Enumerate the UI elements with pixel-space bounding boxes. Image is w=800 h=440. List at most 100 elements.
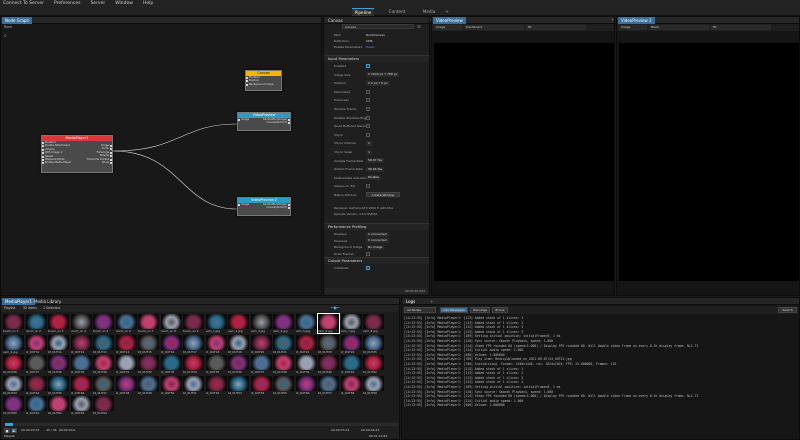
media-thumbnail[interactable]: bt_OUT64 bbox=[93, 396, 114, 415]
media-thumbnail[interactable]: bt_OUT50 bbox=[160, 375, 182, 395]
media-thumbnail[interactable]: bt_OUT17 bbox=[183, 334, 204, 354]
media-thumbnail[interactable]: bt_OUT58 bbox=[340, 375, 362, 395]
media-thumbnail[interactable]: vem_9.jpg bbox=[3, 334, 24, 354]
media-thumbnail[interactable]: bt_OUT36 bbox=[228, 355, 249, 374]
parameter-row[interactable]: Fullscreen bbox=[324, 97, 429, 103]
add-tab-button[interactable]: + bbox=[444, 8, 450, 16]
parameter-row[interactable]: Draw Frames bbox=[324, 251, 429, 257]
media-thumbnail[interactable]: bt_OUT21 bbox=[273, 334, 294, 354]
parameter-row[interactable]: Maximized bbox=[324, 89, 429, 95]
parameter-row[interactable]: Background Image No image bbox=[324, 244, 429, 250]
parameter-row[interactable]: Window Frame bbox=[324, 106, 429, 112]
media-thumbnail[interactable]: vem_2.jpg bbox=[228, 314, 249, 333]
parameter-checkbox[interactable] bbox=[366, 64, 370, 68]
media-thumbnail[interactable]: bt_OUT37 bbox=[250, 355, 272, 374]
node-filter-select[interactable]: All Nodes bbox=[404, 307, 436, 313]
node-video-preview[interactable]: VideoPreview Image backbuffer(Image) mous… bbox=[237, 112, 291, 131]
media-thumbnail[interactable]: bt_OUT35 bbox=[205, 355, 227, 374]
media-thumbnail[interactable]: bt_OUT27 bbox=[25, 355, 47, 374]
errors-toggle[interactable]: Errors bbox=[492, 307, 508, 313]
media-thumbnail[interactable]: bt_OUT41 bbox=[340, 355, 362, 374]
panel-menu-icon[interactable]: ☰ bbox=[417, 24, 421, 29]
preview-fit-select[interactable]: Fit bbox=[526, 25, 586, 30]
media-thumbnail[interactable]: vem_7.jpg bbox=[340, 314, 362, 333]
media-thumbnail[interactable]: bt_OUT23 bbox=[318, 334, 339, 354]
parameter-row[interactable]: Position X 0 px Y 0 px bbox=[324, 80, 429, 86]
media-thumbnail[interactable]: bt_OUT61 bbox=[25, 396, 47, 415]
media-thumbnail[interactable]: bt_OUT22 bbox=[295, 334, 317, 354]
tab-pipeline[interactable]: Pipeline bbox=[352, 8, 374, 16]
node-media-player[interactable]: MediaPlayer1 Enabled Enable Attachment V… bbox=[41, 135, 113, 173]
inspector-tab[interactable]: Canvas bbox=[325, 17, 346, 24]
media-thumbnail[interactable]: touch_on 7 bbox=[138, 314, 159, 333]
stop-button[interactable]: ■ bbox=[4, 428, 10, 433]
media-thumbnail[interactable]: bt_OUT38 bbox=[273, 355, 294, 374]
preview-source-select[interactable]: Image bbox=[434, 25, 462, 30]
logs-tab[interactable]: Logs bbox=[403, 298, 418, 305]
media-thumbnail[interactable]: bt_OUT31 bbox=[115, 355, 137, 374]
menu-item[interactable]: Preferences bbox=[54, 1, 80, 6]
media-thumbnail[interactable]: bt_OUT39 bbox=[295, 355, 317, 374]
parameter-row[interactable]: Image Size X 1024 px Y 768 px bbox=[324, 72, 429, 78]
media-thumbnail[interactable]: bt_OUT28 bbox=[48, 355, 69, 374]
media-thumbnail[interactable]: bt_OUT47 bbox=[93, 375, 114, 395]
parameter-row[interactable]: Quad Buffered Stereo bbox=[324, 123, 429, 129]
parameter-row[interactable]: Enabled bbox=[324, 63, 429, 69]
media-thumbnail[interactable]: bt_OUT60 bbox=[3, 396, 24, 415]
media-thumbnail[interactable]: bt_OUT19 bbox=[228, 334, 249, 354]
parameter-row[interactable]: VSync Interval 1 bbox=[324, 140, 429, 146]
media-thumbnail[interactable]: bt_OUT25 bbox=[363, 334, 384, 354]
timeline-track[interactable] bbox=[5, 423, 399, 426]
inspector-search-input[interactable]: Canvas bbox=[342, 24, 414, 29]
node-port[interactable]: Enable Media Player bbox=[42, 161, 74, 165]
media-thumbnail[interactable]: bt_OUT24 bbox=[340, 334, 362, 354]
media-thumbnail[interactable]: touch_on 6 bbox=[115, 314, 137, 333]
log-search-input[interactable]: Search bbox=[778, 307, 797, 313]
media-thumbnail[interactable]: bt_OUT43 bbox=[3, 375, 24, 395]
parameter-row[interactable]: Output Frame Rate 59.94 fps bbox=[324, 166, 429, 172]
media-thumbnail[interactable]: bt_OUT46 bbox=[70, 375, 92, 395]
parameter-checkbox[interactable] bbox=[366, 251, 370, 256]
media-thumbnail[interactable]: bt_OUT26 bbox=[3, 355, 24, 374]
parameter-row[interactable]: VSync bbox=[324, 132, 429, 138]
parameter-value[interactable]: 59.97 fps bbox=[366, 158, 385, 164]
media-thumbnail[interactable]: bt_OUT14 bbox=[115, 334, 137, 354]
info-messages-toggle[interactable]: Info Messages bbox=[440, 307, 468, 313]
media-thumbnail[interactable]: touch_on 9 bbox=[183, 314, 204, 333]
media-thumbnail[interactable]: bt_OUT59 bbox=[363, 375, 384, 395]
zoom-slider[interactable]: ━●━ bbox=[331, 305, 339, 310]
media-thumbnail[interactable]: bt_OUT45 bbox=[48, 375, 69, 395]
node-port[interactable]: Done bbox=[84, 161, 112, 165]
media-thumbnail[interactable]: bt_OUT16 bbox=[160, 334, 182, 354]
add-log-tab-button[interactable]: + bbox=[430, 299, 433, 304]
parameter-checkbox[interactable] bbox=[366, 132, 370, 137]
parameter-checkbox[interactable] bbox=[366, 124, 370, 129]
parameter-row[interactable]: Displays 0 connected bbox=[324, 231, 429, 237]
media-thumbnail[interactable]: bt_OUT11 bbox=[48, 334, 69, 354]
media-thumbnail[interactable]: vem_4.jpg bbox=[273, 314, 294, 333]
parameter-value[interactable]: Disable bbox=[366, 175, 382, 181]
menu-item[interactable]: Help bbox=[143, 1, 153, 6]
media-thumbnail[interactable]: bt_OUT54 bbox=[250, 375, 272, 395]
media-thumbnail[interactable]: bt_OUT53 bbox=[228, 375, 249, 395]
media-thumbnail[interactable]: bt_OUT13 bbox=[93, 334, 114, 354]
media-thumbnail[interactable]: bt_OUT32 bbox=[138, 355, 159, 374]
parameter-row[interactable]: Sample Frame Rate 59.97 fps bbox=[324, 158, 429, 164]
create-window-button[interactable]: Create Window bbox=[366, 192, 400, 197]
menu-item[interactable]: Window bbox=[115, 1, 133, 6]
media-thumbnail[interactable]: bt_OUT40 bbox=[318, 355, 339, 374]
media-thumbnail[interactable]: touch_on 5 bbox=[93, 314, 114, 333]
media-thumbnail[interactable]: bt_OUT51 bbox=[183, 375, 204, 395]
video-preview-viewport[interactable] bbox=[434, 43, 614, 281]
node-port[interactable]: mouse(Vector2) bbox=[238, 206, 290, 210]
media-thumbnail[interactable]: touch_on 8 bbox=[160, 314, 182, 333]
preview-mode-select[interactable]: Dashboard bbox=[464, 25, 524, 30]
media-thumbnail[interactable]: bt_OUT63 bbox=[70, 396, 92, 415]
parameter-checkbox[interactable] bbox=[366, 115, 370, 120]
node-port[interactable]: mouse(Vector2) bbox=[238, 121, 290, 125]
media-thumbnail[interactable]: bt_OUT20 bbox=[250, 334, 272, 354]
media-thumbnail[interactable]: touch_on 1 bbox=[3, 314, 24, 333]
node-port[interactable]: Background Image bbox=[246, 83, 281, 86]
parameter-row[interactable]: VSync Swap 1 bbox=[324, 149, 429, 155]
menu-item[interactable]: Server bbox=[90, 1, 105, 6]
